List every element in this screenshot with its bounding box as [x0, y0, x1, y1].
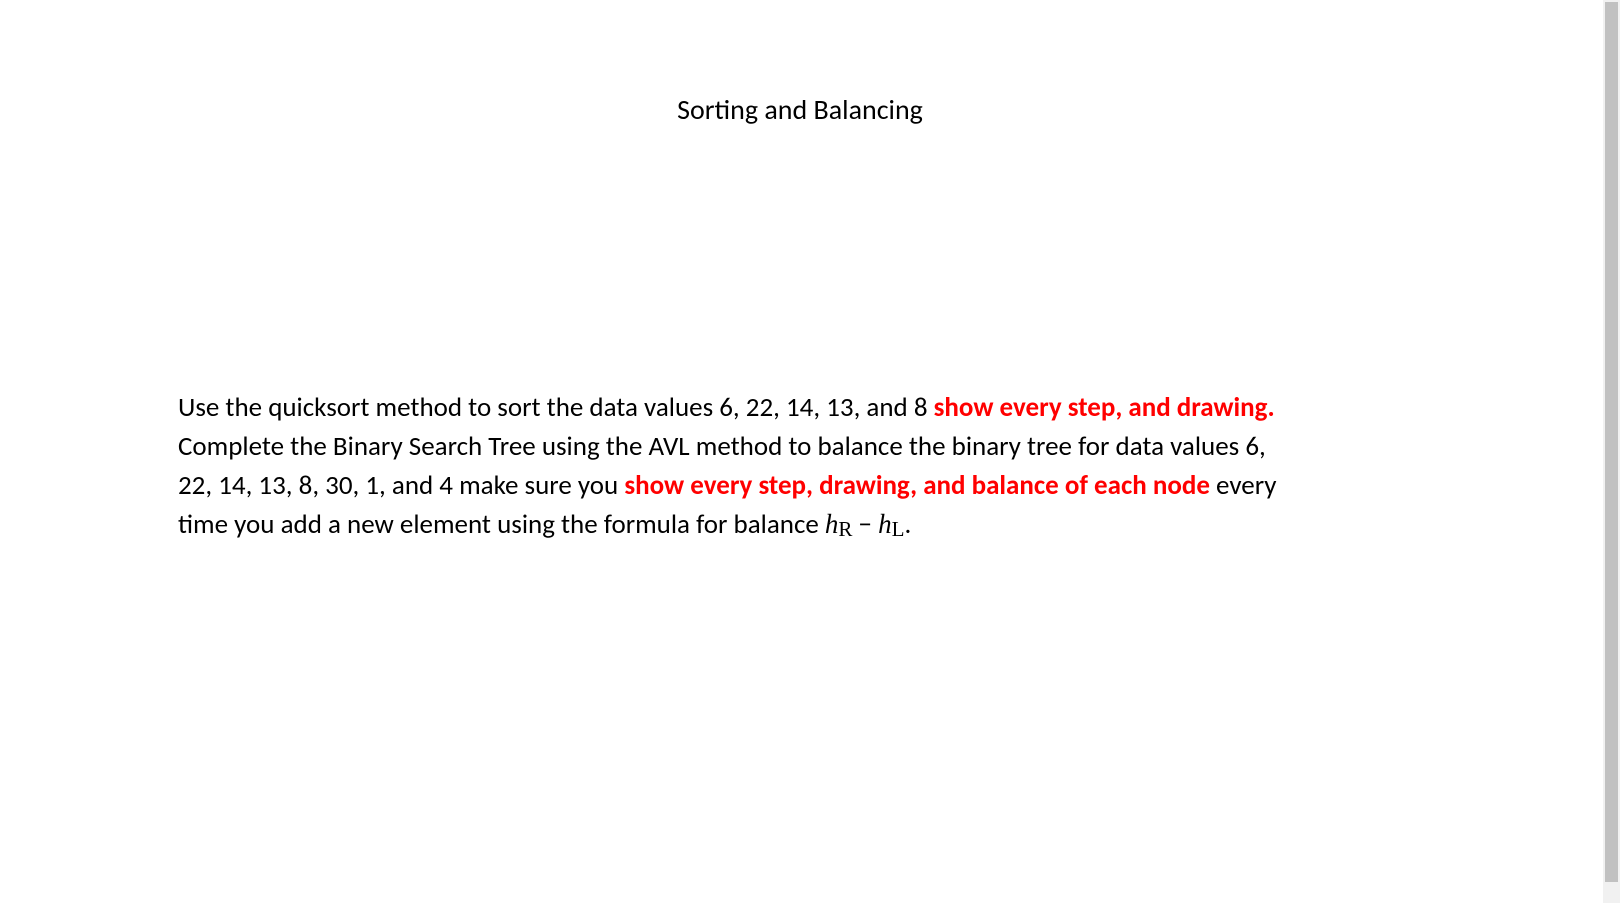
- paragraph-1-text: Use the quicksort method to sort the dat…: [178, 391, 934, 424]
- document-title: Sorting and Balancing: [0, 92, 1600, 127]
- document-page: Sorting and Balancing Use the quicksort …: [0, 0, 1620, 903]
- content-area: Sorting and Balancing Use the quicksort …: [0, 0, 1600, 903]
- scrollbar-thumb[interactable]: [1605, 2, 1618, 882]
- formula-sub-right: R: [838, 517, 852, 541]
- paragraph-1-emphasis: show every step, and drawing.: [934, 391, 1275, 424]
- formula-h-left: h: [878, 509, 892, 539]
- vertical-scrollbar[interactable]: [1603, 0, 1620, 903]
- formula-minus: −: [852, 508, 878, 541]
- formula-period: .: [904, 508, 911, 541]
- formula-sub-left: L: [892, 517, 905, 541]
- formula-h-right: h: [825, 509, 839, 539]
- document-body: Use the quicksort method to sort the dat…: [178, 388, 1298, 545]
- paragraph-2-emphasis: show every step, drawing, and balance of…: [624, 469, 1210, 502]
